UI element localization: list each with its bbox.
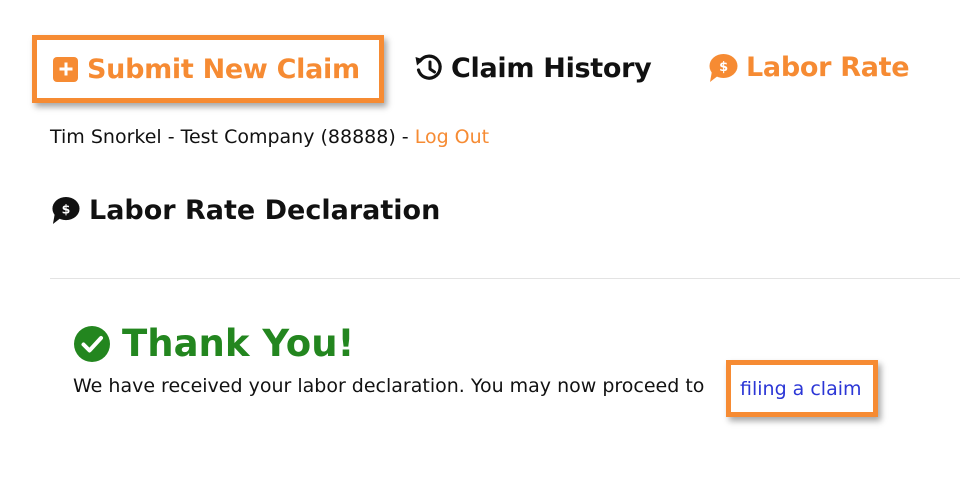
confirmation-title-text: Thank You! — [122, 322, 355, 365]
filing-claim-link[interactable]: filing a claim — [740, 378, 862, 400]
labor-rate-link[interactable]: $ Labor Rate — [707, 52, 910, 83]
dollar-speech-bubble-icon: $ — [709, 53, 738, 82]
labor-rate-label: Labor Rate — [746, 52, 910, 83]
section-divider — [50, 278, 960, 279]
submit-new-claim-button[interactable]: Submit New Claim — [32, 35, 384, 103]
svg-text:$: $ — [62, 201, 71, 216]
filing-claim-link-highlight[interactable]: filing a claim — [726, 360, 878, 417]
check-circle-icon — [74, 325, 110, 362]
page-title: $ Labor Rate Declaration — [50, 195, 440, 226]
claim-history-link[interactable]: Claim History — [413, 52, 652, 84]
submit-new-claim-label: Submit New Claim — [87, 53, 360, 85]
plus-square-icon — [53, 56, 78, 82]
history-icon — [415, 54, 442, 80]
claim-history-label: Claim History — [451, 52, 652, 84]
confirmation-title: Thank You! — [73, 322, 354, 365]
confirmation-message: We have received your labor declaration.… — [73, 375, 705, 397]
logout-link[interactable]: Log Out — [415, 126, 489, 148]
svg-text:$: $ — [719, 60, 728, 75]
dollar-speech-bubble-icon: $ — [52, 196, 80, 225]
page-title-text: Labor Rate Declaration — [89, 195, 441, 226]
user-info-line: Tim Snorkel - Test Company (88888) - Log… — [50, 126, 489, 148]
page: Submit New Claim Claim History $ Labor R… — [0, 0, 960, 477]
user-info-text: Tim Snorkel - Test Company (88888) - — [50, 126, 415, 148]
